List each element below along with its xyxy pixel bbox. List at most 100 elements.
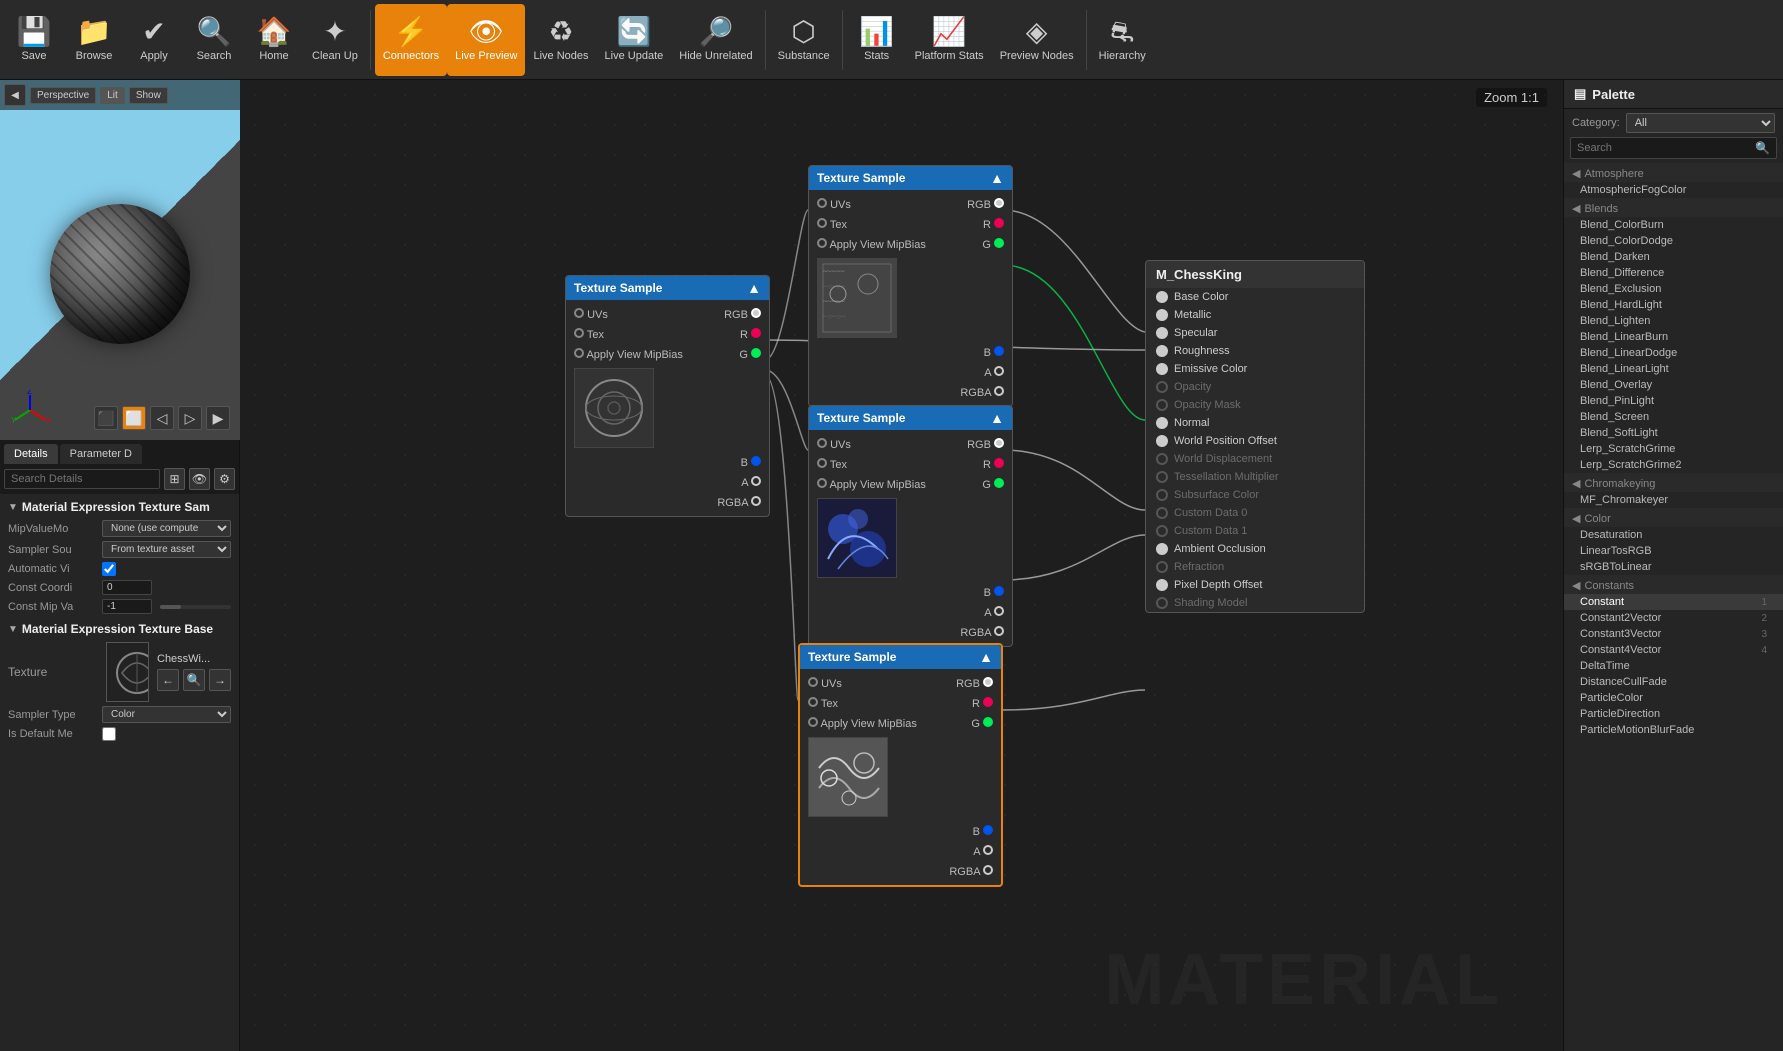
palette-item-deltatime[interactable]: DeltaTime — [1564, 658, 1783, 674]
palette-item-colorburn[interactable]: Blend_ColorBurn — [1564, 217, 1783, 233]
const-coord-input[interactable] — [102, 580, 152, 595]
viewport-icon-4[interactable]: ▷ — [178, 406, 202, 430]
n3-rgb-out[interactable] — [994, 438, 1004, 448]
mat-pin-shadingmodel[interactable] — [1156, 597, 1168, 609]
n4-a-out[interactable] — [983, 845, 993, 855]
palette-item-lighten[interactable]: Blend_Lighten — [1564, 313, 1783, 329]
palette-item-constant4vector[interactable]: Constant4Vector 4 — [1564, 642, 1783, 658]
n3-rgba-out[interactable] — [994, 626, 1004, 636]
details-settings-icon[interactable]: ⚙ — [214, 468, 235, 490]
node-1-collapse[interactable]: ▲ — [747, 280, 761, 296]
n3-b-out[interactable] — [994, 586, 1004, 596]
automatic-checkbox[interactable] — [102, 562, 116, 576]
previewnodes-button[interactable]: ◈ Preview Nodes — [992, 4, 1082, 76]
palette-item-particledirection[interactable]: ParticleDirection — [1564, 706, 1783, 722]
mat-pin-emissive[interactable] — [1156, 363, 1168, 375]
viewport-icon-2[interactable]: ⬜ — [122, 406, 146, 430]
mat-pin-refraction[interactable] — [1156, 561, 1168, 573]
palette-item-constant3vector[interactable]: Constant3Vector 3 — [1564, 626, 1783, 642]
cleanup-button[interactable]: ✦ Clean Up — [304, 4, 366, 76]
palette-item-particlemotionblur[interactable]: ParticleMotionBlurFade — [1564, 722, 1783, 738]
n4-uvs-in[interactable] — [808, 677, 818, 687]
hierarchy-button[interactable]: ⛐ Hierarchy — [1091, 4, 1154, 76]
palette-item-scratchgrime2[interactable]: Lerp_ScratchGrime2 — [1564, 457, 1783, 473]
palette-item-scratchgrime[interactable]: Lerp_ScratchGrime — [1564, 441, 1783, 457]
n4-mip-in[interactable] — [808, 717, 818, 727]
palette-item-exclusion[interactable]: Blend_Exclusion — [1564, 281, 1783, 297]
palette-item-atmosphericfogcolor[interactable]: AtmosphericFogColor — [1564, 182, 1783, 198]
n4-g-out[interactable] — [983, 717, 993, 727]
n2-uvs-in[interactable] — [817, 198, 827, 208]
stats-button[interactable]: 📊 Stats — [847, 4, 907, 76]
livenodes-button[interactable]: ♻ Live Nodes — [525, 4, 596, 76]
apply-button[interactable]: ✔ Apply — [124, 4, 184, 76]
palette-item-linearburn[interactable]: Blend_LinearBurn — [1564, 329, 1783, 345]
texture-browse-icon[interactable]: ← — [157, 669, 179, 691]
pin-a-out[interactable] — [751, 476, 761, 486]
n2-tex-in[interactable] — [817, 218, 827, 228]
n2-g-out[interactable] — [994, 238, 1004, 248]
liveupdate-button[interactable]: 🔄 Live Update — [597, 4, 672, 76]
viewport-icon-5[interactable]: ▶ — [206, 406, 230, 430]
palette-item-colordodge[interactable]: Blend_ColorDodge — [1564, 233, 1783, 249]
pin-rgba-out[interactable] — [751, 496, 761, 506]
show-button[interactable]: Show — [129, 87, 168, 104]
substance-button[interactable]: ⬡ Substance — [770, 4, 838, 76]
mat-pin-roughness[interactable] — [1156, 345, 1168, 357]
pin-b-out[interactable] — [751, 456, 761, 466]
palette-item-particlecolor[interactable]: ParticleColor — [1564, 690, 1783, 706]
mat-pin-opacity[interactable] — [1156, 381, 1168, 393]
texture-find-icon[interactable]: 🔍 — [183, 669, 205, 691]
viewport-nav-icon[interactable]: ◀ — [4, 84, 26, 106]
palette-item-srgbtolinear[interactable]: sRGBToLinear — [1564, 559, 1783, 575]
n4-tex-in[interactable] — [808, 697, 818, 707]
palette-item-softlight[interactable]: Blend_SoftLight — [1564, 425, 1783, 441]
palette-item-chromakeyer[interactable]: MF_Chromakeyer — [1564, 492, 1783, 508]
n3-tex-in[interactable] — [817, 458, 827, 468]
texture-open-icon[interactable]: → — [209, 669, 231, 691]
n2-rgb-out[interactable] — [994, 198, 1004, 208]
platformstats-button[interactable]: 📈 Platform Stats — [907, 4, 992, 76]
const-mip-input[interactable] — [102, 599, 152, 614]
palette-item-desaturation[interactable]: Desaturation — [1564, 527, 1783, 543]
pin-g-out[interactable] — [751, 348, 761, 358]
details-search-input[interactable] — [4, 469, 160, 489]
palette-item-distancecullfade[interactable]: DistanceCullFade — [1564, 674, 1783, 690]
livepreview-button[interactable]: 👁 Live Preview — [447, 4, 525, 76]
node-2-collapse[interactable]: ▲ — [990, 170, 1004, 186]
mat-pin-subsurface[interactable] — [1156, 489, 1168, 501]
mat-pin-opacitymask[interactable] — [1156, 399, 1168, 411]
pin-r-out[interactable] — [751, 328, 761, 338]
n2-r-out[interactable] — [994, 218, 1004, 228]
palette-item-hardlight[interactable]: Blend_HardLight — [1564, 297, 1783, 313]
n4-rgba-out[interactable] — [983, 865, 993, 875]
palette-item-lineardodge[interactable]: Blend_LinearDodge — [1564, 345, 1783, 361]
mat-pin-worldpos[interactable] — [1156, 435, 1168, 447]
mat-pin-metallic[interactable] — [1156, 309, 1168, 321]
n4-rgb-out[interactable] — [983, 677, 993, 687]
mat-pin-normal[interactable] — [1156, 417, 1168, 429]
palette-category-select[interactable]: All — [1626, 113, 1775, 133]
mat-node-header[interactable]: M_ChessKing — [1146, 261, 1364, 288]
mipvalue-select[interactable]: None (use compute — [102, 520, 231, 537]
details-grid-icon[interactable]: ⊞ — [164, 468, 185, 490]
node-1-header[interactable]: Texture Sample ▲ — [566, 276, 769, 300]
n3-uvs-in[interactable] — [817, 438, 827, 448]
pin-rgb-out[interactable] — [751, 308, 761, 318]
viewport-icon-3[interactable]: ◁ — [150, 406, 174, 430]
tab-parameter[interactable]: Parameter D — [60, 444, 142, 464]
sampler-select[interactable]: From texture asset — [102, 541, 231, 558]
search-button[interactable]: 🔍 Search — [184, 4, 244, 76]
mat-pin-tessellation[interactable] — [1156, 471, 1168, 483]
hideunrelated-button[interactable]: 🔎 Hide Unrelated — [671, 4, 760, 76]
mat-pin-customdata1[interactable] — [1156, 525, 1168, 537]
palette-item-lineartosrgb[interactable]: LinearTosRGB — [1564, 543, 1783, 559]
palette-item-linearlight[interactable]: Blend_LinearLight — [1564, 361, 1783, 377]
node-2-header[interactable]: Texture Sample ▲ — [809, 166, 1012, 190]
palette-item-constant[interactable]: Constant 1 — [1564, 594, 1783, 610]
mat-pin-specular[interactable] — [1156, 327, 1168, 339]
browse-button[interactable]: 📁 Browse — [64, 4, 124, 76]
mat-pin-pixeldepth[interactable] — [1156, 579, 1168, 591]
lit-button[interactable]: Lit — [100, 87, 125, 104]
pin-tex-in[interactable] — [574, 328, 584, 338]
